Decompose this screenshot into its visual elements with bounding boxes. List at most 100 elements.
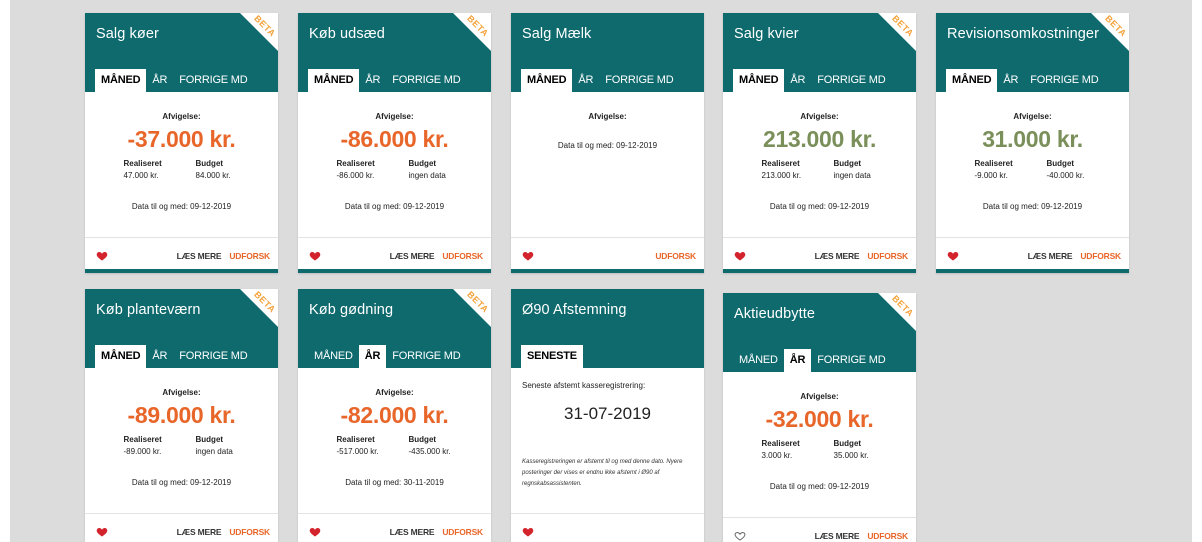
afvigelse-label: Afvigelse: <box>1013 112 1052 121</box>
card-header: Køb planteværn BETA MÅNED ÅR FORRIGE MD <box>85 289 278 368</box>
udforsk-link[interactable]: UDFORSK <box>229 251 270 261</box>
card-salg-kvier: Salg kvier BETA MÅNED ÅR FORRIGE MD Afvi… <box>723 13 916 273</box>
card-bottom-bar <box>511 269 704 273</box>
udforsk-link[interactable]: UDFORSK <box>867 251 908 261</box>
card-title: Salg Mælk <box>522 26 592 42</box>
laes-mere-link[interactable]: LÆS MERE <box>815 531 860 541</box>
udforsk-link[interactable]: UDFORSK <box>655 251 696 261</box>
udforsk-link[interactable]: UDFORSK <box>442 251 483 261</box>
tab-maaned[interactable]: MÅNED <box>95 345 147 368</box>
udforsk-link[interactable]: UDFORSK <box>229 527 270 537</box>
tab-forrige-md[interactable]: FORRIGE MD <box>599 69 679 92</box>
realiseret-label: Realiseret <box>761 439 800 448</box>
card-aktieudbytte: Aktieudbytte BETA MÅNED ÅR FORRIGE MD Af… <box>723 293 916 542</box>
budget-value: 35.000 kr. <box>833 451 869 460</box>
card-footer: UDFORSK <box>511 237 704 273</box>
data-date: Data til og med: 09-12-2019 <box>131 202 232 211</box>
card-header: Aktieudbytte BETA MÅNED ÅR FORRIGE MD <box>723 293 916 372</box>
tab-maaned[interactable]: MÅNED <box>308 69 360 92</box>
budget-label: Budget <box>1046 159 1075 168</box>
card-header: Ø90 Afstemning SENESTE <box>511 289 704 368</box>
tab-bar: MÅNED ÅR FORRIGE MD <box>95 345 254 368</box>
card-footer: LÆS MERE UDFORSK <box>85 237 278 273</box>
card-body: Afvigelse: -32.000 kr. Realiseret 3.000 k… <box>723 372 916 517</box>
tab-aar[interactable]: ÅR <box>146 69 173 92</box>
tab-bar: MÅNED ÅR FORRIGE MD <box>946 69 1105 92</box>
tab-maaned[interactable]: MÅNED <box>946 69 998 92</box>
realiseret-value: -517.000 kr. <box>336 447 379 456</box>
tab-aar[interactable]: ÅR <box>997 69 1024 92</box>
budget-label: Budget <box>195 435 224 444</box>
tab-forrige-md[interactable]: FORRIGE MD <box>386 69 466 92</box>
realiseret-label: Realiseret <box>336 435 375 444</box>
realiseret-value: 213.000 kr. <box>761 171 802 180</box>
afvigelse-label: Afvigelse: <box>588 112 627 121</box>
heart-icon[interactable] <box>947 250 959 262</box>
laes-mere-link[interactable]: LÆS MERE <box>390 527 435 537</box>
budget-label: Budget <box>833 159 862 168</box>
laes-mere-link[interactable]: LÆS MERE <box>815 251 860 261</box>
tab-bar: MÅNED ÅR FORRIGE MD <box>733 69 892 92</box>
tab-maaned[interactable]: MÅNED <box>95 69 147 92</box>
heart-icon[interactable] <box>96 526 108 538</box>
tab-maaned[interactable]: MÅNED <box>733 69 785 92</box>
afvigelse-amount: 213.000 kr. <box>762 126 877 152</box>
tab-forrige-md[interactable]: FORRIGE MD <box>173 345 253 368</box>
tab-maaned[interactable]: MÅNED <box>308 345 359 368</box>
tab-aar[interactable]: ÅR <box>146 345 173 368</box>
card-footer: LÆS MERE UDFORSK <box>298 513 491 542</box>
tab-forrige-md[interactable]: FORRIGE MD <box>811 69 891 92</box>
tab-seneste[interactable]: SENESTE <box>521 345 583 368</box>
budget-value: ingen data <box>833 171 871 180</box>
laes-mere-link[interactable]: LÆS MERE <box>390 251 435 261</box>
data-date: Data til og med: 09-12-2019 <box>131 478 232 487</box>
udforsk-link[interactable]: UDFORSK <box>442 527 483 537</box>
card-body: Afvigelse: -37.000 kr. Realiseret 47.000 … <box>85 92 278 237</box>
udforsk-link[interactable]: UDFORSK <box>867 531 908 541</box>
tab-aar[interactable]: ÅR <box>359 69 386 92</box>
tab-forrige-md[interactable]: FORRIGE MD <box>173 69 253 92</box>
tab-forrige-md[interactable]: FORRIGE MD <box>386 345 466 368</box>
realiseret-value: 3.000 kr. <box>761 451 793 460</box>
heart-icon[interactable] <box>309 526 321 538</box>
afvigelse-label: Afvigelse: <box>162 112 201 121</box>
laes-mere-link[interactable]: LÆS MERE <box>177 527 222 537</box>
realiseret-label: Realiseret <box>123 435 162 444</box>
udforsk-link[interactable]: UDFORSK <box>1080 251 1121 261</box>
budget-value: -435.000 kr. <box>408 447 451 456</box>
tab-aar[interactable]: ÅR <box>358 345 387 368</box>
heart-icon[interactable] <box>522 250 534 262</box>
tab-maaned[interactable]: MÅNED <box>521 69 573 92</box>
tab-aar[interactable]: ÅR <box>784 69 811 92</box>
heart-icon[interactable] <box>522 526 534 538</box>
realiseret-value: -9.000 kr. <box>974 171 1008 180</box>
card-footer: LÆS MERE UDFORSK <box>723 237 916 273</box>
laes-mere-link[interactable]: LÆS MERE <box>1028 251 1073 261</box>
afvigelse-label: Afvigelse: <box>375 388 414 397</box>
tab-maaned[interactable]: MÅNED <box>733 349 784 372</box>
tab-forrige-md[interactable]: FORRIGE MD <box>811 349 891 372</box>
card-footer: LÆS MERE UDFORSK <box>936 237 1129 273</box>
afvigelse-amount: 31.000 kr. <box>982 126 1083 152</box>
realiseret-value: -89.000 kr. <box>123 447 162 456</box>
tab-aar[interactable]: ÅR <box>783 349 812 372</box>
heart-icon[interactable] <box>309 250 321 262</box>
card-body: Afvigelse: 213.000 kr. Realiseret 213.000… <box>723 92 916 237</box>
tab-forrige-md[interactable]: FORRIGE MD <box>1024 69 1104 92</box>
afstemning-note: Kasseregistreringen er afstemt til og me… <box>522 459 683 487</box>
card-header: Køb gødning BETA MÅNED ÅR FORRIGE MD <box>298 289 491 368</box>
budget-label: Budget <box>195 159 224 168</box>
data-date: Data til og med: 30-11-2019 <box>345 478 444 487</box>
afvigelse-amount: -86.000 kr. <box>340 126 449 152</box>
heart-icon[interactable] <box>96 250 108 262</box>
card-salg-koer: Salg køer BETA MÅNED ÅR FORRIGE MD Afvig… <box>85 13 278 273</box>
realiseret-label: Realiseret <box>336 159 375 168</box>
heart-outline-icon[interactable] <box>734 530 746 542</box>
afvigelse-label: Afvigelse: <box>162 388 201 397</box>
laes-mere-link[interactable]: LÆS MERE <box>177 251 222 261</box>
seneste-date: 31-07-2019 <box>564 404 651 423</box>
heart-icon[interactable] <box>734 250 746 262</box>
card-koeb-plantevaern: Køb planteværn BETA MÅNED ÅR FORRIGE MD … <box>85 289 278 542</box>
afvigelse-amount: -32.000 kr. <box>765 406 874 432</box>
tab-aar[interactable]: ÅR <box>572 69 599 92</box>
